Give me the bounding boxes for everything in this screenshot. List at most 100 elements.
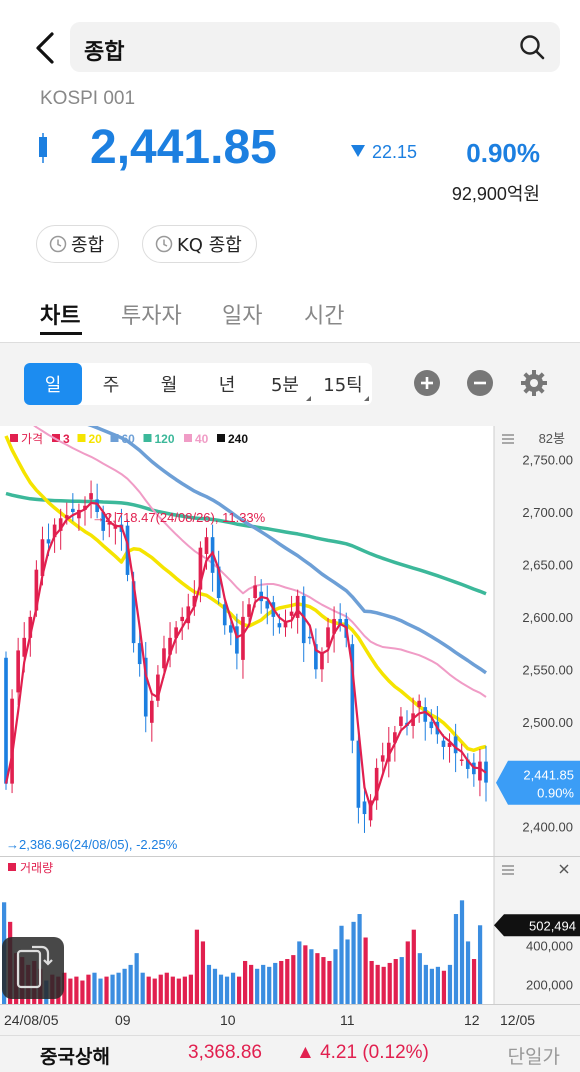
period-day[interactable]: 일 [24,363,82,405]
volume-bar [218,974,224,1004]
tab-chart[interactable]: 차트 [40,298,80,330]
volume-bar [194,929,200,1004]
candle-body [380,755,385,762]
plus-circle-icon[interactable] [413,369,441,397]
price-plot-bg [0,426,494,856]
trade-amount: 92,900억원 [451,184,540,204]
volume-bar [249,964,254,1004]
price-chart[interactable]: 가격 3 20 60 120 40 240 82봉 2,750.002,700.002,65… [0,426,580,1035]
volume-tick-label: 200,000 [526,977,573,992]
volume-bar [423,964,428,1004]
volume-bar [146,976,151,1004]
candle-body [399,716,403,726]
volume-bar [327,960,332,1004]
volume-bar [134,953,139,1004]
legend-label: 120 [155,432,175,446]
candle-count: 82봉 [539,431,565,446]
search-icon[interactable] [518,33,546,61]
clock-icon [49,235,67,253]
volume-bar [465,941,471,1004]
candle-icon [39,133,47,163]
bottom-ticker[interactable]: 중국상해 3,368.86 ▲ 4.21 (0.12%) 단일가 [0,1035,580,1072]
chip-label: 종합 [71,235,105,256]
chip-composite[interactable]: 종합 [36,225,120,263]
chip-kq-composite[interactable]: KQ 종합 [142,225,257,263]
candle-body [417,700,421,708]
unit-price-button[interactable]: 단일가 [508,1042,560,1069]
volume-bar [285,959,290,1004]
volume-bar [140,972,145,1004]
search-text: 종합 [84,40,125,65]
volume-bar [441,970,447,1004]
candle-body [204,537,209,554]
volume-bar [393,959,398,1004]
rotate-icon [16,945,53,989]
candle-body [46,539,51,544]
top-bar: 종합 [0,0,580,92]
volume-bar [291,955,296,1004]
volume-bar [459,900,465,1004]
price-tag-value: 2,441.85 [523,768,574,783]
ticker-change: ▲ 4.21 (0.12%) [296,1042,429,1063]
period-minute[interactable]: 5분 [256,363,314,405]
tab-investor[interactable]: 투자자 [121,298,182,330]
hamburger-icon[interactable] [502,865,514,875]
gear-icon[interactable] [520,369,548,397]
volume-bar [381,966,386,1004]
volume-bar [74,976,79,1004]
price-change: 22.15 [372,142,418,162]
volume-bar [363,937,368,1004]
search-input[interactable]: 종합 [70,22,560,72]
ticker-name: 중국상해 [40,1046,110,1068]
legend-swatch [77,434,86,442]
volume-bar [471,959,477,1004]
legend-label: 240 [228,432,248,446]
period-month[interactable]: 월 [140,363,198,405]
high-annotation: →2,718.47(24/08/26), 11.33% [92,510,266,525]
candle-body [289,611,294,616]
tab-time[interactable]: 시간 [304,298,344,330]
candle-body [441,740,446,747]
volume-bar [339,925,344,1004]
tab-daily[interactable]: 일자 [222,298,262,330]
back-arrow-icon[interactable] [30,28,64,68]
close-icon[interactable] [559,864,569,874]
volume-bar [224,976,230,1004]
rotate-screen-button[interactable] [2,937,64,999]
candle-body [307,636,312,639]
volume-bar [92,972,97,1004]
legend-swatch [143,434,152,442]
volume-bar [369,960,374,1004]
y-tick-label: 2,550.00 [522,662,573,677]
legend-swatch [10,434,18,442]
x-axis-label: 12/05 [500,1012,535,1028]
volume-bar [345,939,350,1004]
period-tick[interactable]: 15틱 [314,363,372,405]
volume-tag-value: 502,494 [529,918,576,933]
volume-bar [236,976,242,1004]
candle-body [180,616,185,622]
candle-body [247,604,251,617]
chart-area: 일 주 월 년 5분 15틱 가격 3 20 60 120 40 240 82봉 2,750… [0,343,580,1035]
volume-bar [405,941,410,1004]
period-year[interactable]: 년 [198,363,256,405]
volume-bar [152,978,157,1004]
volume-legend-swatch [8,863,16,871]
legend-swatch [184,434,192,442]
hamburger-icon[interactable] [502,434,514,444]
volume-bar [243,960,248,1004]
x-axis-label: 11 [340,1012,355,1028]
candle-body [71,508,75,512]
period-week[interactable]: 주 [82,363,140,405]
volume-bar [477,925,483,1004]
volume-bar [447,964,453,1004]
minus-circle-icon[interactable] [466,369,494,397]
period-selector: 일 주 월 년 5분 15틱 [24,363,372,405]
volume-bar [212,968,218,1004]
volume-bar [279,960,284,1004]
ticker-price: 3,368.86 [188,1042,262,1063]
volume-bar [273,962,278,1004]
volume-bar [116,972,121,1004]
legend-label: 가격 [21,432,43,446]
price-tag-percent: 0.90% [537,786,574,801]
